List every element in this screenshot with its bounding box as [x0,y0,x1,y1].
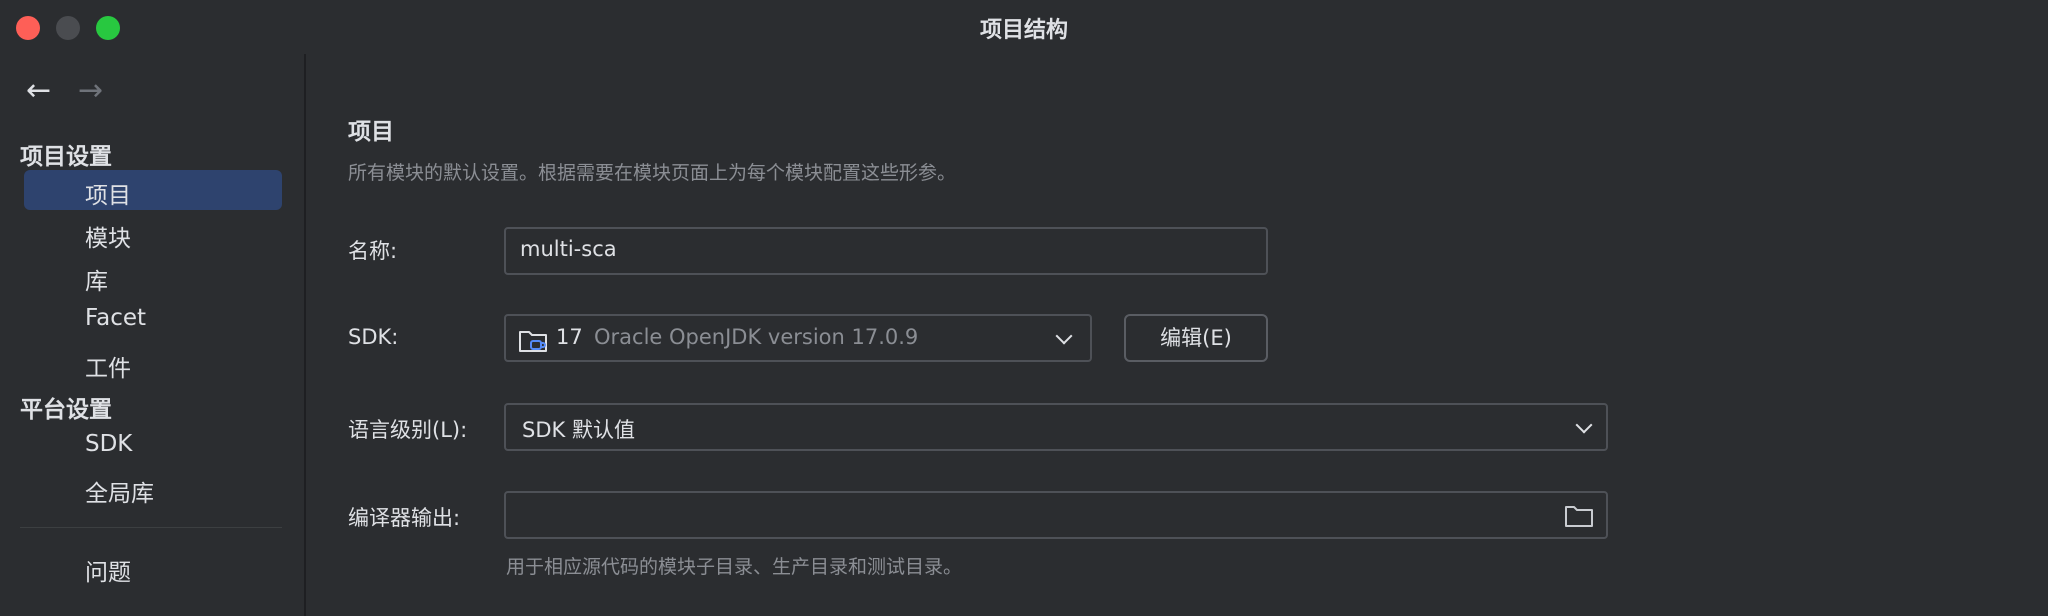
sidebar-item-global-libraries[interactable]: 全局库 [85,474,154,508]
sidebar-item-modules[interactable]: 模块 [85,219,131,253]
sdk-dropdown[interactable]: 17 Oracle OpenJDK version 17.0.9 [504,314,1092,362]
chevron-down-icon [1055,327,1073,345]
back-arrow-icon[interactable]: ← [26,76,51,106]
name-label: 名称: [348,239,398,263]
page-title: 项目 [348,119,394,145]
sdk-edit-button[interactable]: 编辑(E) [1124,314,1268,362]
sidebar-divider [20,527,282,528]
jdk-folder-icon [518,327,550,359]
sidebar-item-problems[interactable]: 问题 [85,553,131,587]
compiler-output-input[interactable] [504,491,1608,539]
window-title: 项目结构 [979,18,1068,43]
sidebar-item-libraries[interactable]: 库 [85,262,108,296]
language-level-dropdown[interactable]: SDK 默认值 [504,403,1608,451]
language-level-label: 语言级别(L): [348,418,468,442]
sidebar-item-project[interactable]: 项目 [85,176,131,210]
compiler-output-label: 编译器输出: [348,506,461,530]
sidebar-selection-highlight [24,170,282,210]
sdk-version: 17 [556,325,583,349]
name-input[interactable]: multi-sca [504,227,1268,275]
sdk-label: SDK: [348,325,399,349]
compiler-output-hint: 用于相应源代码的模块子目录、生产目录和测试目录。 [506,556,963,578]
chevron-down-icon [1575,416,1593,434]
sdk-name: Oracle OpenJDK version 17.0.9 [594,325,919,349]
page-description: 所有模块的默认设置。根据需要在模块页面上为每个模块配置这些形参。 [348,162,957,184]
name-input-value: multi-sca [520,237,617,261]
forward-arrow-icon[interactable]: → [78,76,103,106]
group-platform-settings: 平台设置 [20,397,112,423]
language-level-value: SDK 默认值 [522,418,635,442]
group-project-settings: 项目设置 [20,144,112,170]
browse-folder-icon[interactable] [1564,503,1594,533]
sidebar-item-sdk[interactable]: SDK [85,431,132,457]
sidebar-item-artifacts[interactable]: 工件 [85,349,131,383]
sidebar-item-facet[interactable]: Facet [85,305,146,331]
title-bar: 项目结构 [0,0,2048,54]
